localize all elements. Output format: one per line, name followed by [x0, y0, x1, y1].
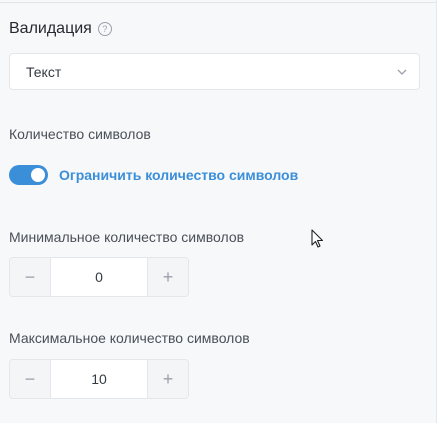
min-chars-input[interactable]: 0: [51, 258, 147, 296]
min-chars-decrement-button[interactable]: −: [10, 258, 51, 296]
max-chars-input[interactable]: 10: [51, 360, 147, 398]
max-chars-decrement-button[interactable]: −: [10, 360, 51, 398]
limit-chars-toggle-row: Ограничить количество символов: [9, 165, 298, 185]
max-chars-stepper: − 10 +: [9, 359, 189, 399]
chevron-down-icon: [397, 69, 407, 75]
validation-heading: Валидация ?: [9, 20, 112, 38]
toggle-knob: [31, 168, 45, 182]
min-chars-stepper: − 0 +: [9, 257, 189, 297]
limit-chars-toggle-label[interactable]: Ограничить количество символов: [59, 167, 298, 183]
min-chars-increment-button[interactable]: +: [147, 258, 188, 296]
top-divider: [0, 2, 437, 3]
min-chars-label: Минимальное количество символов: [9, 229, 245, 245]
max-chars-label: Максимальное количество символов: [9, 330, 250, 346]
help-icon[interactable]: ?: [97, 22, 112, 36]
limit-chars-toggle[interactable]: [9, 165, 48, 185]
char-count-section-label: Количество символов: [9, 126, 151, 142]
mouse-cursor-icon: [311, 229, 324, 248]
max-chars-increment-button[interactable]: +: [147, 360, 188, 398]
select-value: Текст: [26, 63, 62, 80]
validation-type-select[interactable]: Текст: [9, 53, 420, 90]
validation-title: Валидация: [9, 20, 92, 37]
